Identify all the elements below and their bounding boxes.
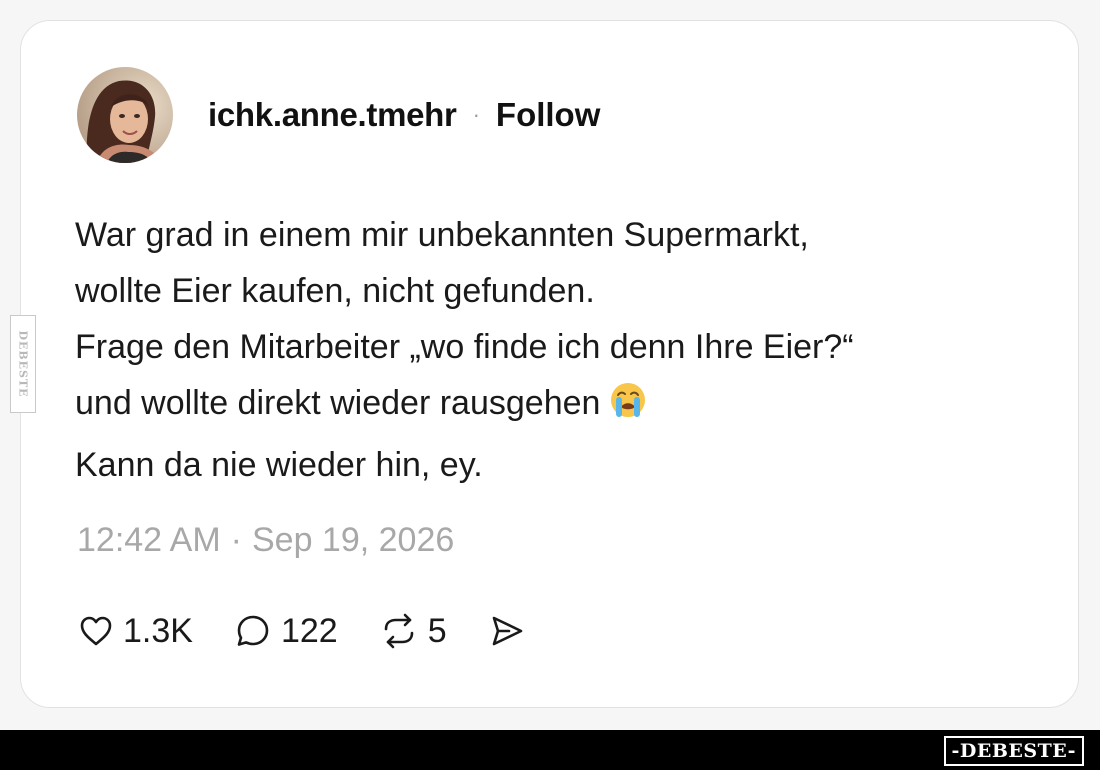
loudly-crying-face-icon <box>608 380 648 437</box>
timestamp-separator: · <box>230 521 242 559</box>
like-button[interactable]: 1.3K <box>77 611 193 651</box>
avatar-image <box>77 67 173 163</box>
follow-button[interactable]: Follow <box>496 96 600 134</box>
post-line-4: und wollte direkt wieder rausgehen <box>75 384 601 422</box>
post-line-3: Frage den Mitarbeiter „wo finde ich denn… <box>75 328 854 366</box>
share-button[interactable] <box>487 611 535 651</box>
post-line-5: Kann da nie wieder hin, ey. <box>75 446 483 484</box>
bottom-bar: -DEBESTE- <box>0 730 1100 770</box>
post-header: ichk.anne.tmehr · Follow <box>77 67 600 163</box>
repost-button[interactable]: 5 <box>378 611 447 651</box>
action-bar: 1.3K 122 5 <box>77 611 575 651</box>
repost-icon <box>378 611 420 651</box>
heart-icon <box>77 612 115 650</box>
post-body: War grad in einem mir unbekannten Superm… <box>75 207 1035 493</box>
timestamp-time: 12:42 AM <box>77 521 221 559</box>
send-icon <box>487 611 527 651</box>
watermark-side: DEBESTE <box>10 315 36 413</box>
comment-button[interactable]: 122 <box>233 611 338 651</box>
post-timestamp: 12:42 AM · Sep 19, 2026 <box>77 521 454 560</box>
like-count: 1.3K <box>123 612 193 650</box>
username-link[interactable]: ichk.anne.tmehr <box>208 96 457 134</box>
comment-bubble-icon <box>233 611 273 651</box>
debeste-logo: -DEBESTE- <box>943 736 1084 766</box>
post-card: ichk.anne.tmehr · Follow War grad in ein… <box>20 20 1079 708</box>
post-line-1: War grad in einem mir unbekannten Superm… <box>75 216 809 254</box>
post-line-4-row: und wollte direkt wieder rausgehen <box>75 375 1035 437</box>
comment-count: 122 <box>280 612 338 650</box>
timestamp-date: Sep 19, 2026 <box>251 521 455 559</box>
avatar[interactable] <box>77 67 173 163</box>
watermark-side-text: DEBESTE <box>16 330 30 398</box>
header-separator: · <box>472 102 480 127</box>
post-line-2: wollte Eier kaufen, nicht gefunden. <box>75 272 595 310</box>
repost-count: 5 <box>427 612 447 650</box>
